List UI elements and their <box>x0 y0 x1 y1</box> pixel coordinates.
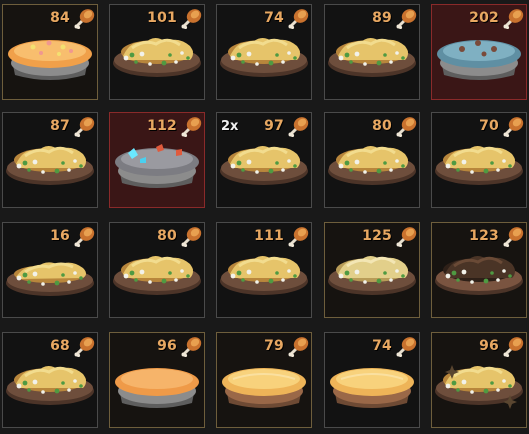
drumstick-icon <box>287 225 309 248</box>
stack-count: 202 <box>469 10 499 26</box>
inventory-slot[interactable]: 79 <box>216 332 312 428</box>
stack-count: 70 <box>479 118 499 134</box>
stack-count: 96 <box>157 338 177 354</box>
inventory-slot[interactable]: 80 <box>324 112 420 208</box>
stew-item-icon <box>217 245 311 307</box>
inventory-slot[interactable]: 125 <box>324 222 420 318</box>
drumstick-icon <box>180 335 202 358</box>
stack-count: 68 <box>50 338 70 354</box>
stew-item-icon <box>325 135 419 197</box>
inventory-slot[interactable]: 74 <box>216 4 312 100</box>
stew-item-icon <box>3 245 97 307</box>
inventory-slot[interactable]: 84 <box>2 4 98 100</box>
inventory-slot[interactable]: 87 <box>2 112 98 208</box>
stack-count: 111 <box>254 228 284 244</box>
inventory-slot[interactable]: 89 <box>324 4 420 100</box>
inventory-grid: 84 101 74 89 202 87 112 97 2x 80 70 16 8… <box>0 0 529 434</box>
stack-count: 89 <box>372 10 392 26</box>
drumstick-icon <box>395 115 417 138</box>
pie-item-icon <box>432 27 526 89</box>
drumstick-icon <box>180 7 202 30</box>
drumstick-icon <box>287 115 309 138</box>
drumstick-icon <box>180 225 202 248</box>
drumstick-icon <box>395 225 417 248</box>
inventory-slot[interactable]: 112 <box>109 112 205 208</box>
stack-count: 74 <box>264 10 284 26</box>
pie-item-icon <box>110 135 204 197</box>
stew-item-icon <box>110 245 204 307</box>
drumstick-icon <box>287 335 309 358</box>
stew-item-icon <box>432 135 526 197</box>
drumstick-icon <box>395 7 417 30</box>
drumstick-icon <box>73 225 95 248</box>
stew-item-icon <box>217 27 311 89</box>
stack-count: 87 <box>50 118 70 134</box>
stack-count: 96 <box>479 338 499 354</box>
stew-item-icon <box>3 135 97 197</box>
stew-item-icon <box>217 135 311 197</box>
stack-count: 125 <box>362 228 392 244</box>
stew-item-icon <box>110 27 204 89</box>
drumstick-icon <box>73 7 95 30</box>
inventory-slot[interactable]: 74 <box>324 332 420 428</box>
stew-item-icon <box>325 27 419 89</box>
stack-count: 80 <box>157 228 177 244</box>
inventory-slot[interactable]: 111 <box>216 222 312 318</box>
drumstick-icon <box>287 7 309 30</box>
stew-item-icon <box>432 355 526 417</box>
inventory-slot[interactable]: 80 <box>109 222 205 318</box>
inventory-slot[interactable]: 70 <box>431 112 527 208</box>
pie-item-icon <box>110 355 204 417</box>
inventory-slot[interactable]: 123 <box>431 222 527 318</box>
stack-count: 79 <box>264 338 284 354</box>
stack-count: 80 <box>372 118 392 134</box>
drumstick-icon <box>73 335 95 358</box>
stew-item-icon <box>325 245 419 307</box>
stack-count: 74 <box>372 338 392 354</box>
inventory-slot[interactable]: 16 <box>2 222 98 318</box>
inventory-slot[interactable]: 97 2x <box>216 112 312 208</box>
drumstick-icon <box>502 335 524 358</box>
stack-count: 97 <box>264 118 284 134</box>
inventory-slot[interactable]: 101 <box>109 4 205 100</box>
drumstick-icon <box>180 115 202 138</box>
drumstick-icon <box>502 7 524 30</box>
pie-item-icon <box>217 355 311 417</box>
inventory-slot[interactable]: 68 <box>2 332 98 428</box>
stack-count: 123 <box>469 228 499 244</box>
drumstick-icon <box>502 225 524 248</box>
stew-item-icon <box>432 245 526 307</box>
pie-item-icon <box>325 355 419 417</box>
multiplier-badge: 2x <box>221 119 239 134</box>
drumstick-icon <box>502 115 524 138</box>
stack-count: 16 <box>50 228 70 244</box>
drumstick-icon <box>395 335 417 358</box>
drumstick-icon <box>73 115 95 138</box>
pie-item-icon <box>3 27 97 89</box>
stew-item-icon <box>3 355 97 417</box>
inventory-slot[interactable]: 202 <box>431 4 527 100</box>
stack-count: 112 <box>147 118 177 134</box>
inventory-slot[interactable]: 96 <box>109 332 205 428</box>
inventory-slot[interactable]: 96 <box>431 332 527 428</box>
stack-count: 84 <box>50 10 70 26</box>
stack-count: 101 <box>147 10 177 26</box>
